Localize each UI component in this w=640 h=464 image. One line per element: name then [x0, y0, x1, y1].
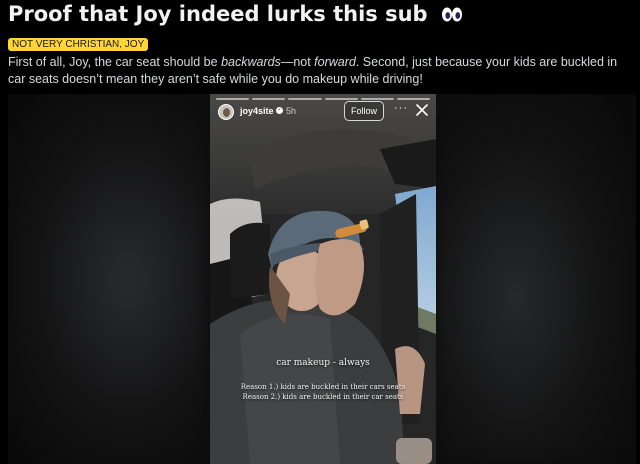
avatar[interactable]: [218, 104, 234, 120]
post-body: First of all, Joy, the car seat should b…: [8, 54, 636, 88]
media-blur-background-right: [436, 94, 636, 464]
story-caption-title: car makeup - always: [276, 358, 370, 368]
media-blur-background-left: [8, 94, 208, 464]
follow-button[interactable]: Follow: [344, 101, 384, 121]
story-username[interactable]: joy4site: [240, 106, 274, 116]
story-caption-line-1: Reason 1.) kids are buckled in their car…: [240, 383, 406, 391]
post-title[interactable]: Proof that Joy indeed lurks this sub: [8, 2, 463, 26]
story-screenshot: joy4site ✓ 5h Follow ··· car makeup - al…: [210, 94, 436, 464]
post-body-emphasis-1: backwards: [221, 55, 281, 69]
post-media[interactable]: joy4site ✓ 5h Follow ··· car makeup - al…: [8, 94, 636, 464]
story-photo: [210, 94, 436, 464]
story-timestamp: 5h: [286, 106, 297, 116]
eyes-icon: [441, 7, 462, 22]
close-icon[interactable]: [416, 104, 428, 116]
verified-badge-icon: ✓: [276, 107, 283, 114]
post-body-text-1: First of all, Joy, the car seat should b…: [8, 55, 222, 69]
story-progress-bar: [216, 98, 431, 100]
more-options-icon[interactable]: ···: [394, 102, 408, 114]
post-flair[interactable]: NOT VERY CHRISTIAN, JOY: [8, 38, 149, 51]
post-title-text: Proof that Joy indeed lurks this sub: [8, 2, 428, 26]
post-body-text-2: —not: [280, 55, 315, 69]
story-caption-line-2: Reason 2.) kids are buckled in their car…: [242, 393, 404, 401]
post-body-emphasis-2: forward: [314, 55, 356, 69]
